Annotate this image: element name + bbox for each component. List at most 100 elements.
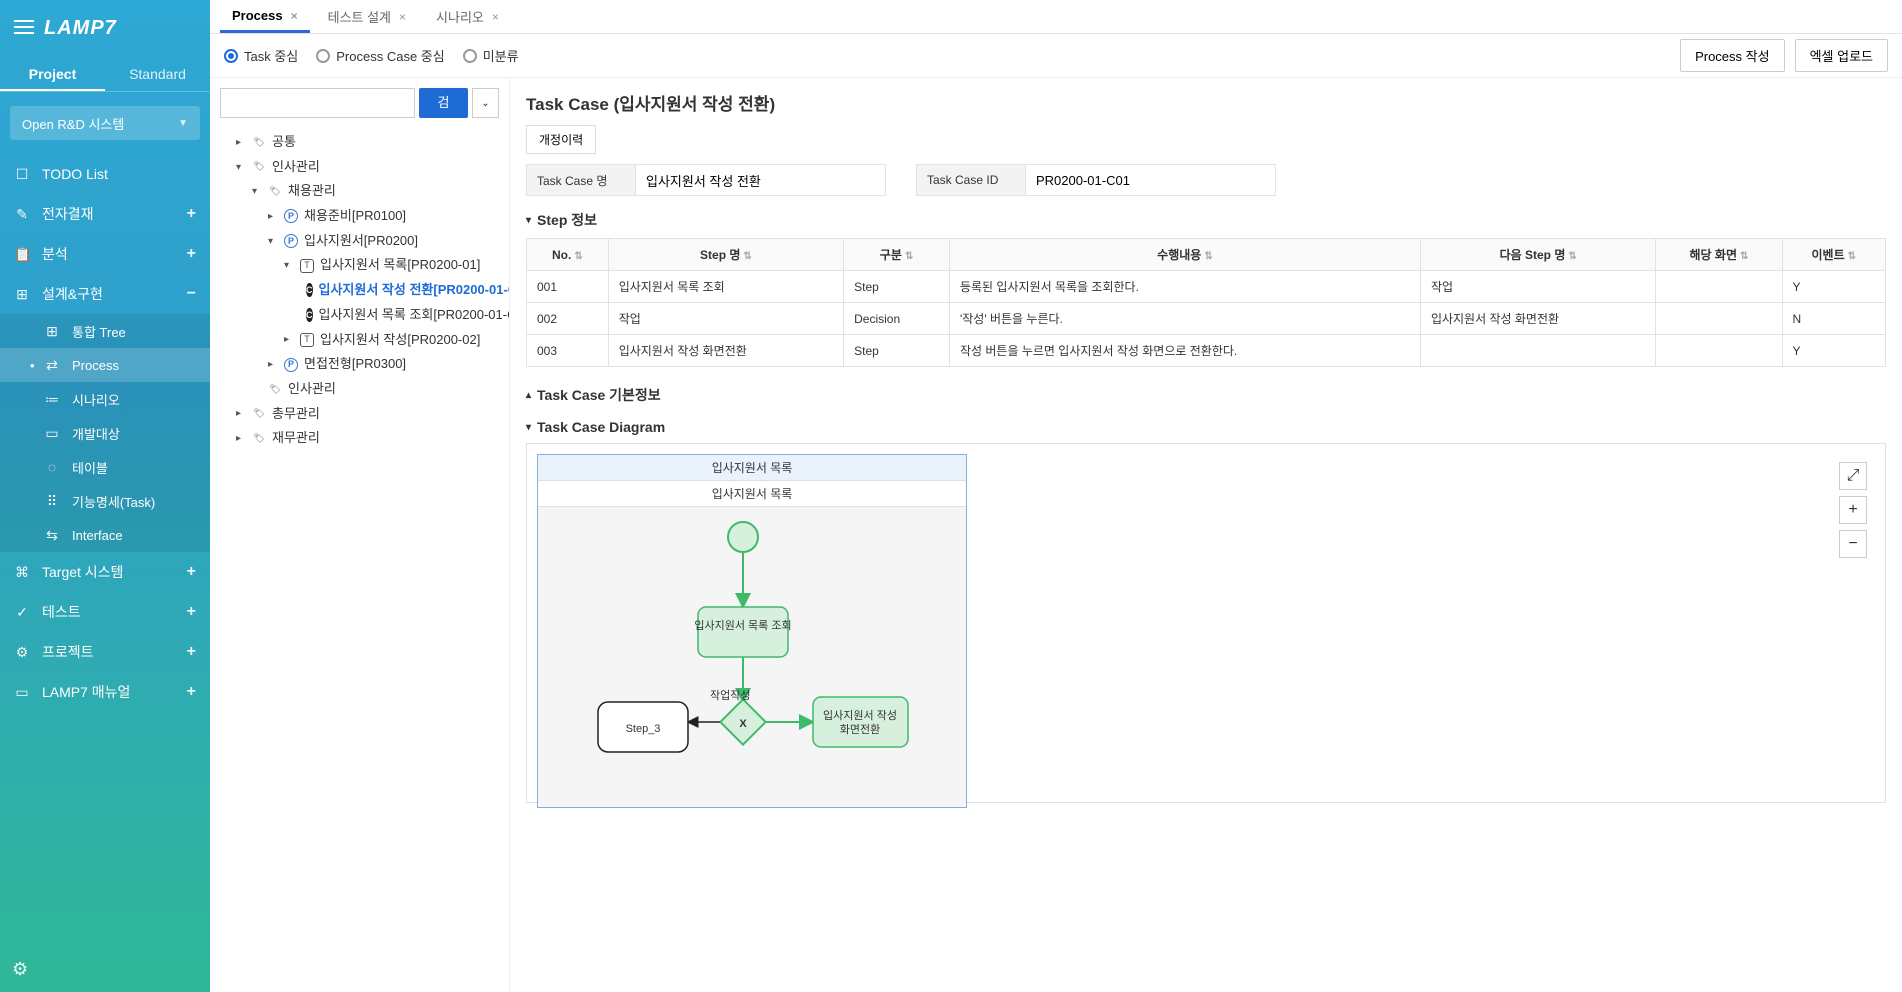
tree-label: 공통 [272, 130, 296, 155]
step-node[interactable] [813, 697, 908, 747]
tree-label: 입사지원서 목록[PR0200-01] [320, 253, 480, 278]
tab-test-design[interactable]: 테스트 설계× [316, 0, 418, 33]
diagram-zoom-out-button[interactable]: − [1839, 530, 1867, 558]
table-cell: Y [1782, 271, 1885, 303]
tree-label: 입사지원서 작성[PR0200-02] [320, 328, 480, 353]
flowchart-svg: 입사지원서 목록 조회 X 작업작성 [538, 507, 968, 807]
menu-toggle-icon[interactable] [14, 20, 34, 36]
th-next[interactable]: 다음 Step 명⇅ [1420, 239, 1655, 271]
analysis-icon: 📋 [14, 246, 30, 263]
th-content[interactable]: 수행내용⇅ [949, 239, 1420, 271]
nav-sub-tree[interactable]: ⊞통합 Tree [0, 314, 210, 348]
nav-sub-process[interactable]: ⇄Process [0, 348, 210, 382]
tree-node[interactable]: C입사지원서 목록 조회[PR0200-01-C02] [300, 303, 499, 328]
tab-process[interactable]: Process× [220, 0, 310, 33]
collapse-icon[interactable]: − [187, 285, 196, 303]
step-table: No.⇅ Step 명⇅ 구분⇅ 수행내용⇅ 다음 Step 명⇅ 해당 화면⇅… [526, 238, 1886, 367]
tree-label: 인사관리 [288, 377, 336, 402]
radio-process-case[interactable]: Process Case 중심 [316, 46, 444, 65]
tree-node[interactable]: ▾🏷채용관리 [252, 179, 499, 204]
table-cell: 작업 [608, 303, 843, 335]
th-type[interactable]: 구분⇅ [844, 239, 950, 271]
expand-icon[interactable]: + [187, 683, 196, 701]
field-input-id[interactable] [1026, 164, 1276, 196]
nav-project[interactable]: ⚙프로젝트+ [0, 632, 210, 672]
tree-node[interactable]: ▾P입사지원서[PR0200] [268, 229, 499, 254]
tree-node[interactable]: ▸T입사지원서 작성[PR0200-02] [284, 328, 499, 353]
interface-icon: ⇆ [44, 527, 60, 544]
sidebar-tab-standard[interactable]: Standard [105, 56, 210, 91]
nav-sub-taskspec[interactable]: ⠿기능명세(Task) [0, 484, 210, 518]
nav-analysis[interactable]: 📋분석+ [0, 234, 210, 274]
expand-icon[interactable]: + [187, 563, 196, 581]
table-cell [1656, 271, 1782, 303]
sidebar-tab-project[interactable]: Project [0, 56, 105, 91]
search-button[interactable]: 검색 [419, 88, 468, 118]
swimlane: 입사지원서 목록 입사지원서 목록 [537, 454, 967, 808]
section-title: Task Case Diagram [537, 419, 665, 435]
th-event[interactable]: 이벤트⇅ [1782, 239, 1885, 271]
spec-icon: ⠿ [44, 493, 60, 510]
field-label-name: Task Case 명 [526, 164, 636, 196]
tree-node[interactable]: ▸🏷재무관리 [236, 426, 499, 451]
project-selector-label: Open R&D 시스템 [22, 114, 124, 133]
nav-design-label: 설계&구현 [42, 284, 103, 304]
tree-node[interactable]: 🏷인사관리 [252, 377, 499, 402]
tree-search-input[interactable] [220, 88, 415, 118]
table-cell: 입사지원서 목록 조회 [608, 271, 843, 303]
tree-node[interactable]: ▸P채용준비[PR0100] [268, 204, 499, 229]
start-node-icon[interactable] [728, 522, 758, 552]
edge-label: 작업작성 [710, 689, 750, 702]
table-row[interactable]: 002작업Decision'작성' 버튼을 누른다.입사지원서 작성 화면전환N [527, 303, 1886, 335]
revision-history-button[interactable]: 개정이력 [526, 125, 596, 154]
close-icon[interactable]: × [399, 10, 406, 24]
expand-icon[interactable]: + [187, 245, 196, 263]
nav-sub-table[interactable]: ◌테이블 [0, 450, 210, 484]
th-name[interactable]: Step 명⇅ [608, 239, 843, 271]
radio-uncategorized[interactable]: 미분류 [463, 46, 519, 65]
nav-sub-scenario[interactable]: ≔시나리오 [0, 382, 210, 416]
tree-node[interactable]: ▸🏷공통 [236, 130, 499, 155]
tree-node[interactable]: ▾🏷인사관리 [236, 155, 499, 180]
diagram-canvas[interactable]: ⤢ + − 입사지원서 목록 입사지원서 목록 [526, 443, 1886, 803]
diagram-zoom-in-button[interactable]: + [1839, 496, 1867, 524]
nav-approval[interactable]: ✎전자결재+ [0, 194, 210, 234]
step-node[interactable] [698, 607, 788, 657]
nav-sub-label: Process [72, 358, 119, 373]
nav-design[interactable]: ⊞설계&구현− [0, 274, 210, 314]
nav-test[interactable]: ✓테스트+ [0, 592, 210, 632]
expand-icon[interactable]: + [187, 603, 196, 621]
nav-sub-interface[interactable]: ⇆Interface [0, 518, 210, 552]
close-icon[interactable]: × [291, 9, 298, 23]
field-input-name[interactable] [636, 164, 886, 196]
th-no[interactable]: No.⇅ [527, 239, 609, 271]
tree-label: 재무관리 [272, 426, 320, 451]
tab-scenario[interactable]: 시나리오× [424, 0, 511, 33]
tree-label: 총무관리 [272, 402, 320, 427]
radio-task[interactable]: Task 중심 [224, 46, 298, 65]
expand-icon[interactable]: + [187, 643, 196, 661]
nav-sub-devtarget[interactable]: ▭개발대상 [0, 416, 210, 450]
diagram-fit-button[interactable]: ⤢ [1839, 462, 1867, 490]
process-create-button[interactable]: Process 작성 [1680, 39, 1785, 72]
tree-node[interactable]: ▸🏷총무관리 [236, 402, 499, 427]
section-diagram-header[interactable]: ▾Task Case Diagram [526, 419, 1886, 435]
close-icon[interactable]: × [492, 10, 499, 24]
nav-manual[interactable]: ▭LAMP7 매뉴얼+ [0, 672, 210, 712]
section-basic-header[interactable]: ▴Task Case 기본정보 [526, 385, 1886, 405]
tree-node[interactable]: ▸P면접전형[PR0300] [268, 352, 499, 377]
settings-icon[interactable]: ⚙ [12, 959, 28, 979]
nav-targetsys[interactable]: ⌘Target 시스템+ [0, 552, 210, 592]
th-screen[interactable]: 해당 화면⇅ [1656, 239, 1782, 271]
excel-upload-button[interactable]: 엑셀 업로드 [1795, 39, 1888, 72]
tree-node[interactable]: ▾T입사지원서 목록[PR0200-01] [284, 253, 499, 278]
tree-node-selected[interactable]: C입사지원서 작성 전환[PR0200-01-C01] [300, 278, 499, 303]
table-row[interactable]: 003입사지원서 작성 화면전환Step작성 버튼을 누르면 입사지원서 작성 … [527, 335, 1886, 367]
search-options-dropdown[interactable]: ⌄ [472, 88, 499, 118]
section-step-header[interactable]: ▾Step 정보 [526, 210, 1886, 230]
expand-icon[interactable]: + [187, 205, 196, 223]
project-selector[interactable]: Open R&D 시스템 ▼ [10, 106, 200, 140]
nav-todo[interactable]: ☐TODO List [0, 154, 210, 194]
decision-node[interactable]: X [720, 699, 765, 744]
table-row[interactable]: 001입사지원서 목록 조회Step등록된 입사지원서 목록을 조회한다.작업Y [527, 271, 1886, 303]
